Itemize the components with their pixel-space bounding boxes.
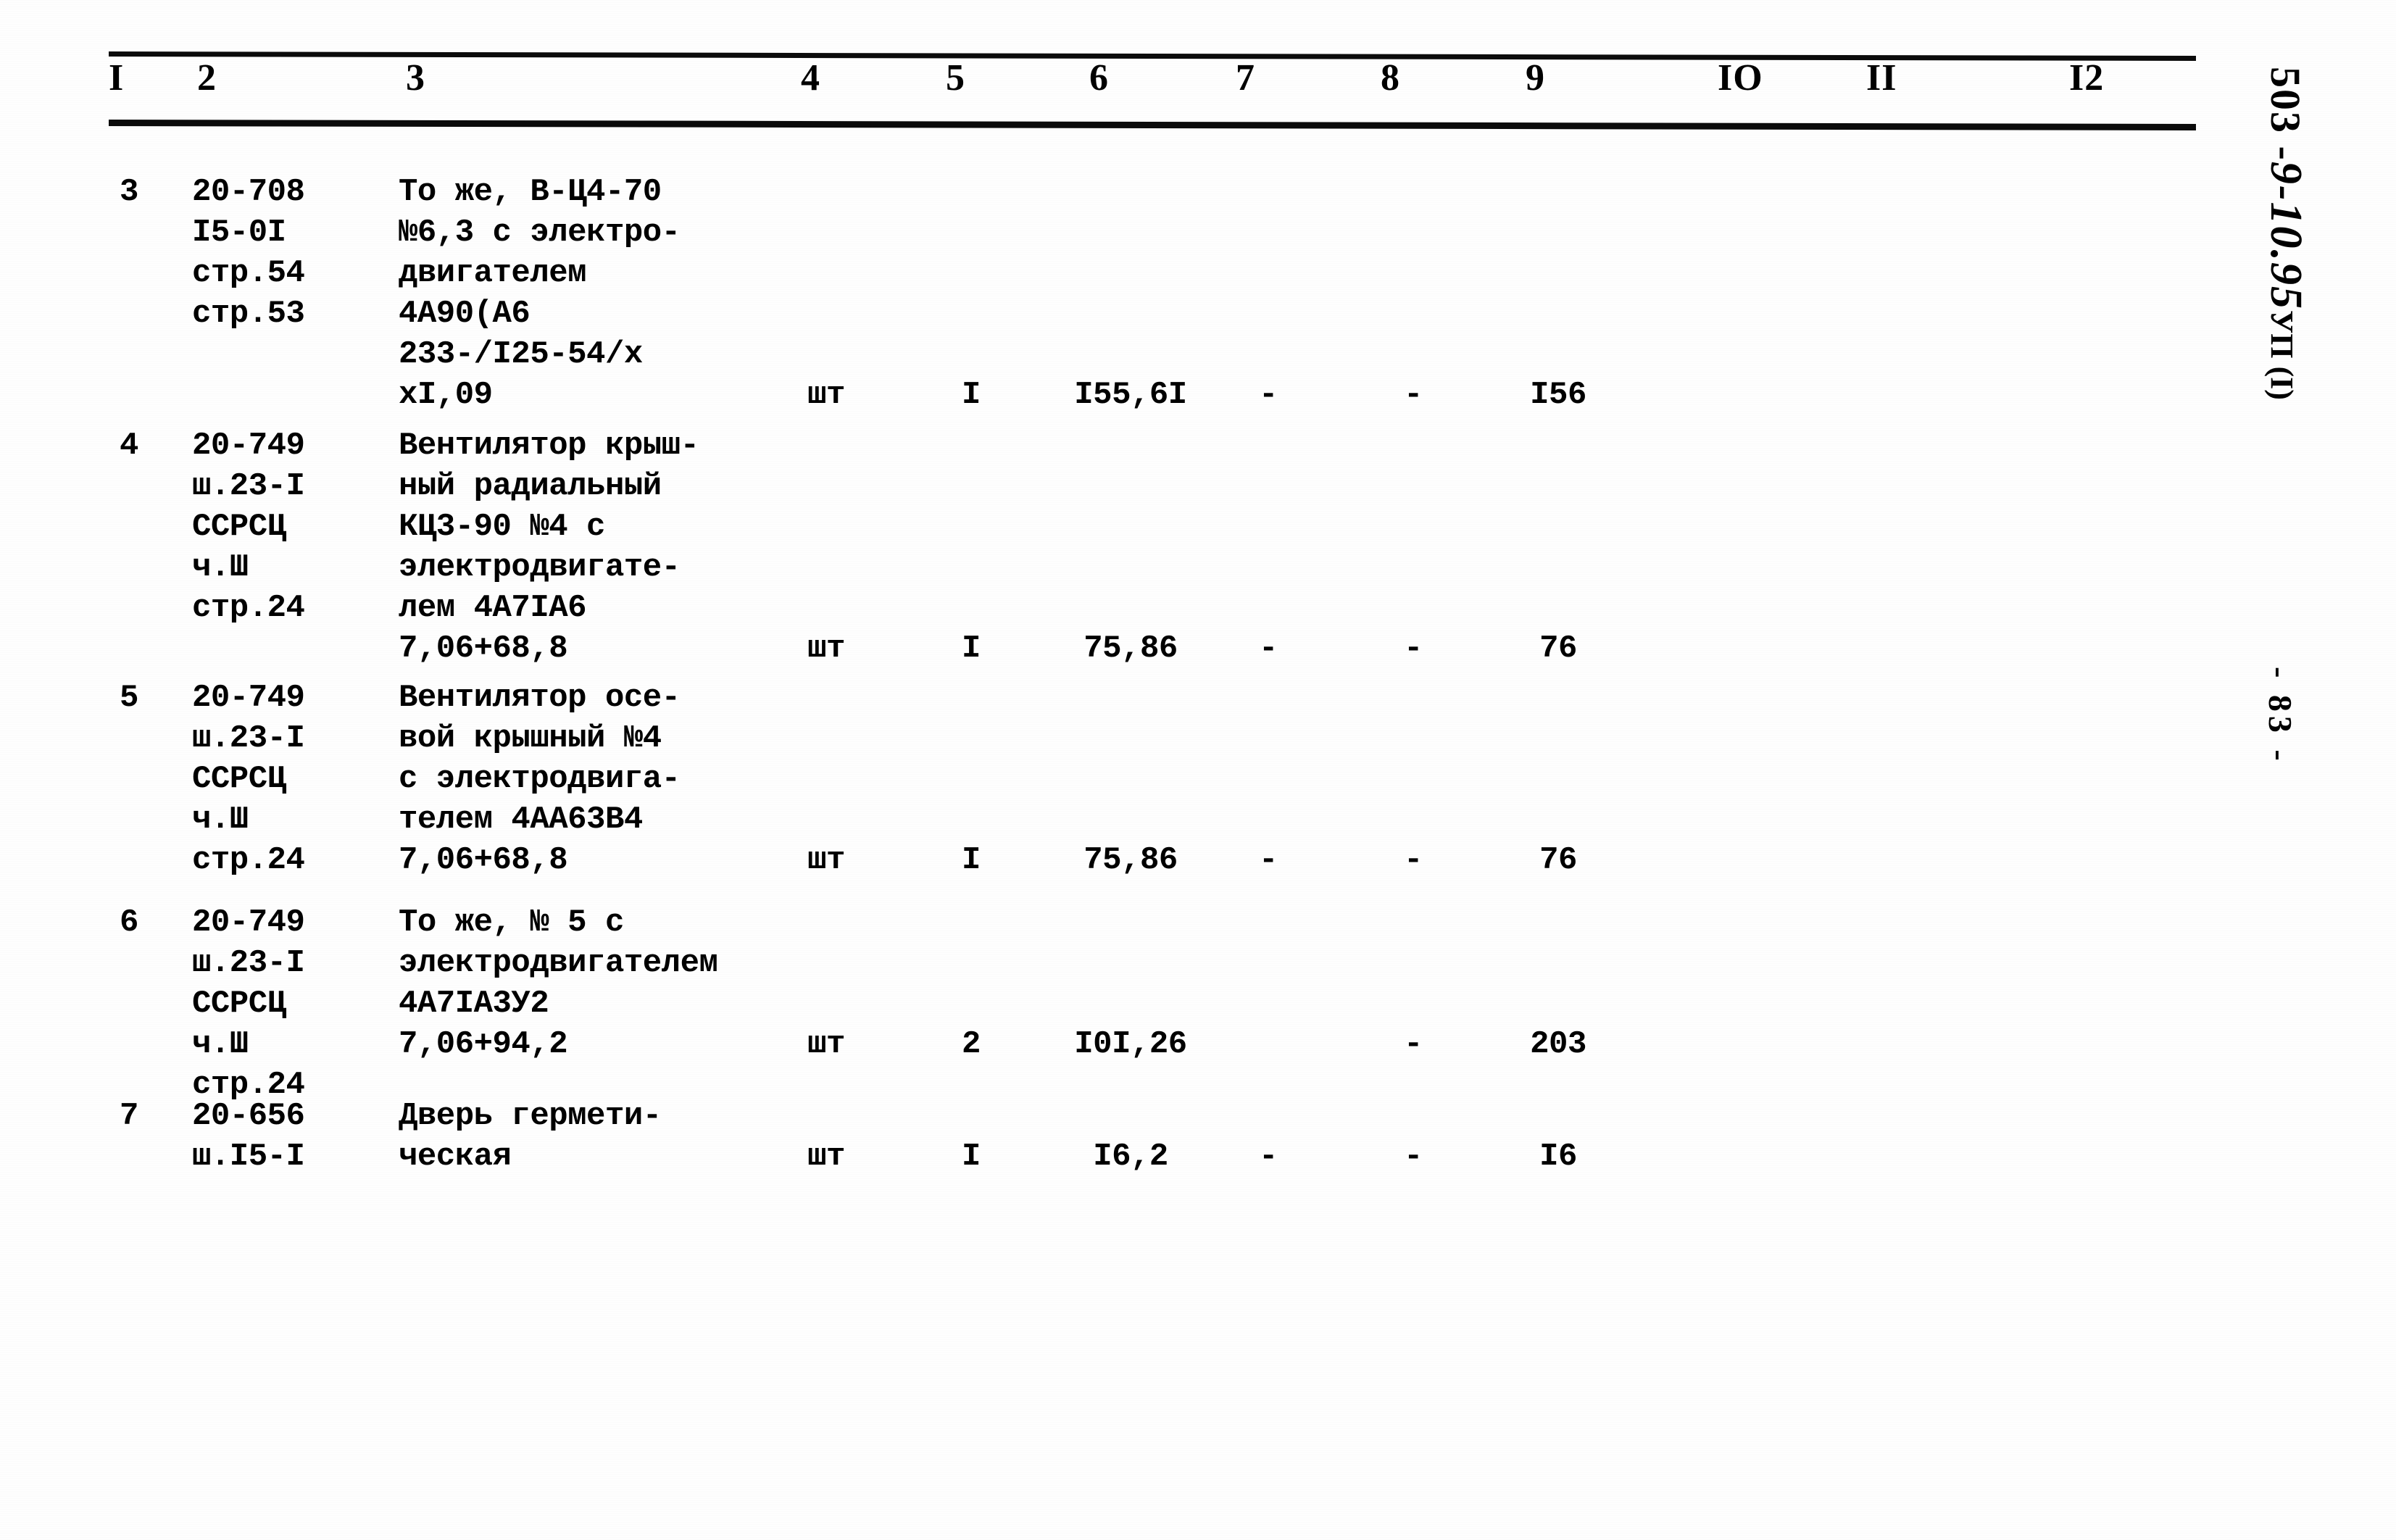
code-reference-line: ш.I5-I (192, 1139, 305, 1175)
description-line: двигателем (399, 255, 587, 291)
description-line: КЦ3-90 №4 с (399, 509, 605, 545)
column-header-11: II (1866, 57, 1897, 99)
margin-code-suffix: УП (I) (2264, 309, 2300, 400)
code-reference-line: I5-0I (192, 215, 286, 251)
value-cell-8: - (1404, 1026, 1423, 1062)
scanned-page: I 2 3 4 5 6 7 8 9 IO II I2 3 20-708 I5-0I с… (0, 0, 2396, 1540)
column-header-2: 2 (197, 57, 217, 99)
value-cell-7: - (1259, 1139, 1278, 1175)
code-reference-line: стр.53 (192, 296, 305, 332)
unit-cell: шт (807, 842, 845, 878)
description-line: с электродвига- (399, 761, 681, 797)
margin-code-prefix: 503 - (2262, 67, 2309, 162)
code-reference-line: стр.24 (192, 590, 305, 626)
description-line: ный радиальный (399, 468, 662, 504)
code-reference-line: стр.24 (192, 842, 305, 878)
description-line: ческая (399, 1139, 512, 1175)
value-cell-6: I0I,26 (1074, 1026, 1187, 1062)
code-reference-line: ч.Ш (192, 1026, 249, 1062)
quantity-cell: I (962, 630, 981, 667)
description-line: 233-/I25-54/х (399, 336, 643, 372)
value-cell-6: 75,86 (1083, 842, 1178, 878)
unit-cell: шт (807, 1026, 845, 1062)
page-number-marker: - 83 - (2262, 667, 2299, 765)
value-cell-8: - (1404, 377, 1423, 413)
value-cell-6: 75,86 (1083, 630, 1178, 667)
value-cell-7: - (1259, 630, 1278, 667)
quantity-cell: I (962, 1139, 981, 1175)
code-reference-line: 20-708 (192, 174, 305, 210)
description-line: электродвигате- (399, 549, 681, 586)
description-line: лем 4А7IА6 (399, 590, 587, 626)
description-line: вой крышный №4 (399, 720, 662, 757)
row-index-cell: 6 (120, 904, 138, 941)
column-header-1: I (109, 57, 125, 99)
unit-cell: шт (807, 1139, 845, 1175)
row-index-cell: 7 (120, 1098, 138, 1134)
value-cell-7: - (1259, 377, 1278, 413)
description-line: То же, В-Ц4-70 (399, 174, 662, 210)
description-line: №6,3 с электро- (399, 215, 681, 251)
description-line: Вентилятор осе- (399, 680, 681, 716)
row-index-cell: 4 (120, 428, 138, 464)
code-reference-line: ш.23-I (192, 468, 305, 504)
quantity-cell: 2 (962, 1026, 981, 1062)
column-header-7: 7 (1236, 57, 1255, 99)
value-cell-9: 76 (1539, 842, 1577, 878)
column-header-12: I2 (2069, 57, 2105, 99)
description-line: 4А90(А6 (399, 296, 531, 332)
value-cell-8: - (1404, 1139, 1423, 1175)
description-line: 7,06+68,8 (399, 630, 568, 667)
row-index-cell: 3 (120, 174, 138, 210)
value-cell-9: 203 (1530, 1026, 1586, 1062)
code-reference-line: ч.Ш (192, 549, 249, 586)
value-cell-9: I6 (1539, 1139, 1577, 1175)
column-header-5: 5 (946, 57, 965, 99)
code-reference-line: ССРСЦ (192, 509, 286, 545)
margin-code-number: 9-10.95 (2261, 161, 2310, 310)
code-reference-line: ССРСЦ (192, 761, 286, 797)
column-header-4: 4 (801, 57, 820, 99)
code-reference-line: ч.Ш (192, 802, 249, 838)
code-reference-line: 20-749 (192, 904, 305, 941)
code-reference-line: стр.54 (192, 255, 305, 291)
code-reference-line: 20-749 (192, 680, 305, 716)
description-line: электродвигателем (399, 945, 718, 981)
description-line: Вентилятор крыш- (399, 428, 699, 464)
description-line: То же, № 5 с (399, 904, 624, 941)
column-header-10: IO (1718, 57, 1763, 99)
code-reference-line: 20-656 (192, 1098, 305, 1134)
unit-cell: шт (807, 630, 845, 667)
value-cell-9: I56 (1530, 377, 1586, 413)
description-line: телем 4АА63В4 (399, 802, 643, 838)
description-line: Дверь гермети- (399, 1098, 662, 1134)
value-cell-6: I6,2 (1093, 1139, 1168, 1175)
quantity-cell: I (962, 377, 981, 413)
value-cell-7: - (1259, 842, 1278, 878)
value-cell-8: - (1404, 630, 1423, 667)
unit-cell: шт (807, 377, 845, 413)
header-rule-bottom (108, 119, 2197, 131)
description-line: 7,06+68,8 (399, 842, 568, 878)
value-cell-9: 76 (1539, 630, 1577, 667)
value-cell-6: I55,6I (1074, 377, 1187, 413)
code-reference-line: ш.23-I (192, 720, 305, 757)
column-header-6: 6 (1089, 57, 1109, 99)
code-reference-line: 20-749 (192, 428, 305, 464)
description-line: хI,09 (399, 377, 493, 413)
row-index-cell: 5 (120, 680, 138, 716)
column-header-3: 3 (406, 57, 425, 99)
code-reference-line: ш.23-I (192, 945, 305, 981)
value-cell-8: - (1404, 842, 1423, 878)
code-reference-line: ССРСЦ (192, 986, 286, 1022)
quantity-cell: I (962, 842, 981, 878)
description-line: 4А7IА3У2 (399, 986, 549, 1022)
description-line: 7,06+94,2 (399, 1026, 568, 1062)
column-header-9: 9 (1526, 57, 1545, 99)
column-header-8: 8 (1381, 57, 1400, 99)
margin-document-code: 503 -9-10.95УП (I) (2260, 67, 2311, 400)
